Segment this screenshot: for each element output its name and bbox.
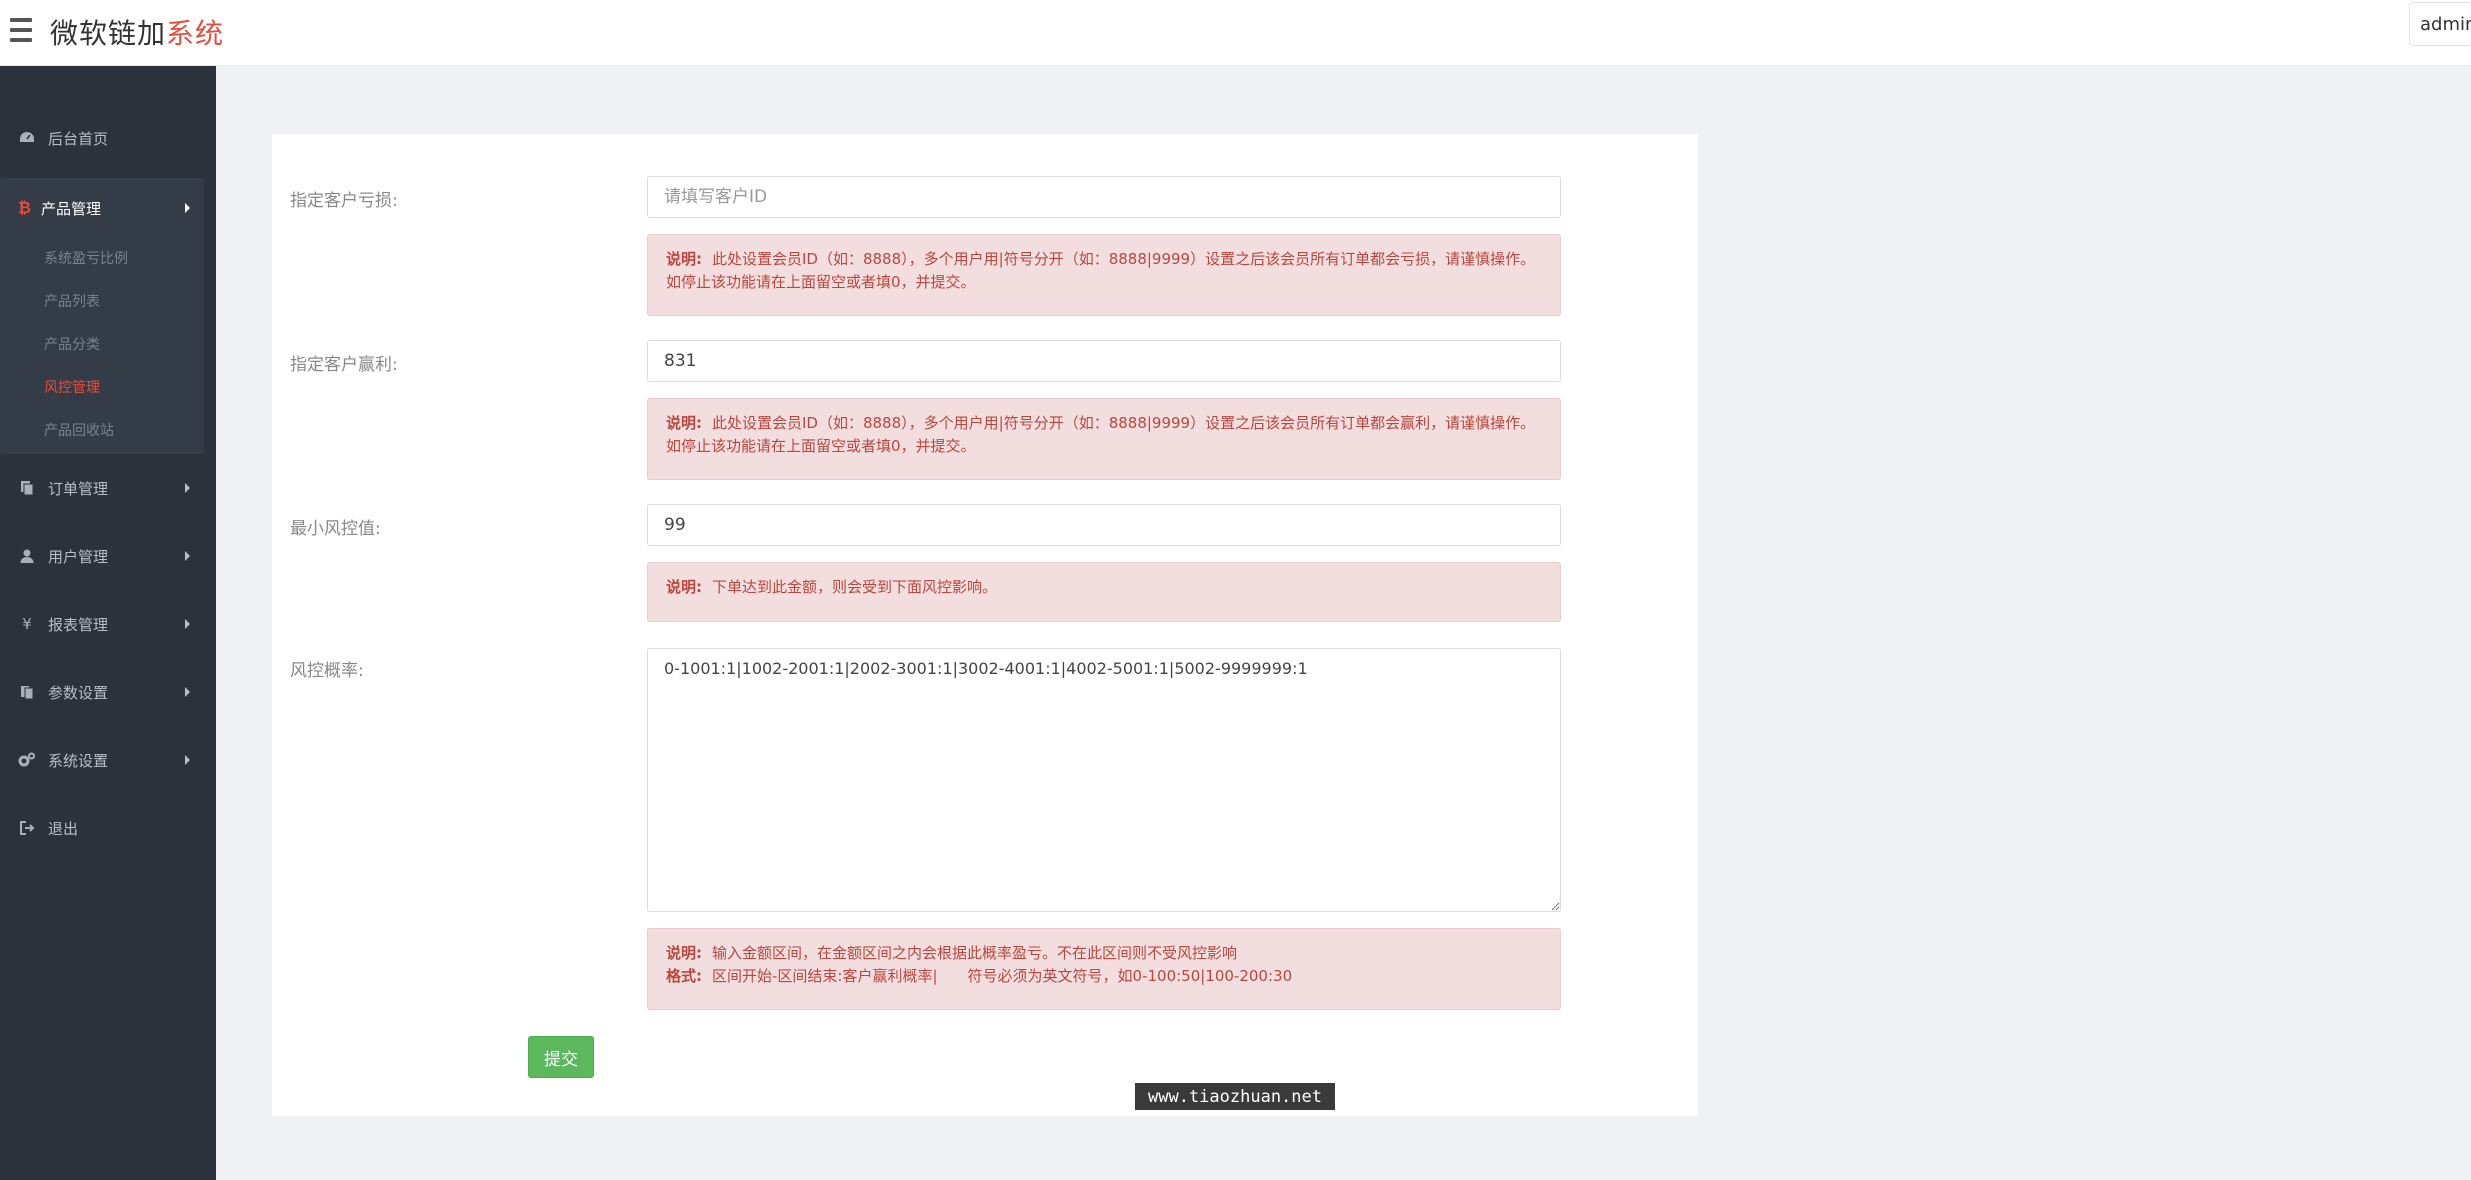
note-title: 说明: [666,414,702,432]
user-dropdown[interactable]: admin ▾ [2409,2,2471,46]
chevron-right-icon [185,203,190,213]
brand-title: 微软链加系统 [50,12,224,52]
note-line-format: 格式: 区间开始-区间结束:客户赢利概率| 符号必须为英文符号，如0-100:50… [666,965,1542,988]
loss-label: 指定客户亏损: [290,191,398,211]
risk-control-form-panel: 指定客户亏损: 说明:此处设置会员ID（如：8888），多个用户用|符号分开（如… [272,134,1698,1116]
brand-accent: 系统 [166,17,225,50]
chevron-right-icon [185,551,190,561]
dashboard-icon [18,129,36,147]
sidebar-item-label: 用户管理 [48,547,109,566]
sign-out-icon [18,819,36,837]
note-text: 此处设置会员ID（如：8888），多个用户用|符号分开（如：8888|9999）… [666,414,1536,455]
sidebar-item-orders[interactable]: 订单管理 [0,466,216,510]
sidebar-item-label: 订单管理 [48,479,109,498]
format-title: 格式: [666,967,702,985]
sidebar-item-logout[interactable]: 退出 [0,806,216,850]
profit-note: 说明: 此处设置会员ID（如：8888），多个用户用|符号分开（如：8888|99… [647,398,1561,480]
profit-customer-input[interactable] [647,340,1561,382]
gears-icon [18,751,36,769]
watermark: www.tiaozhuan.net [1135,1083,1335,1110]
note-line-desc: 说明: 输入金额区间，在金额区间之内会根据此概率盈亏。不在此区间则不受风控影响 [666,942,1542,965]
risk-rate-label: 风控概率: [290,661,364,681]
submit-button[interactable]: 提交 [528,1036,594,1078]
sidebar-group-products: ₿ 产品管理 系统盈亏比例 产品列表 产品分类 风控管理 产品回收站 [0,178,204,454]
sidebar-item-system[interactable]: 系统设置 [0,738,216,782]
user-icon [18,547,36,565]
chevron-right-icon [185,755,190,765]
sidebar-item-label: 退出 [48,819,79,838]
sidebar-item-products[interactable]: ₿ 产品管理 [0,178,204,238]
risk-rate-note: 说明: 输入金额区间，在金额区间之内会根据此概率盈亏。不在此区间则不受风控影响 格… [647,928,1561,1010]
hamburger-menu-icon[interactable] [10,18,32,42]
note-title: 说明: [666,578,702,596]
chevron-right-icon [185,619,190,629]
user-name: admin [2420,13,2471,35]
sidebar-item-label: 后台首页 [48,129,109,148]
brand-main: 微软链加 [50,17,167,50]
sidebar: 后台首页 ₿ 产品管理 系统盈亏比例 产品列表 产品分类 风控管理 产品回收站 … [0,66,216,1180]
sidebar-item-reports[interactable]: ¥ 报表管理 [0,602,216,646]
files-icon [18,683,36,701]
note-text: 输入金额区间，在金额区间之内会根据此概率盈亏。不在此区间则不受风控影响 [712,944,1238,962]
note-title: 说明: [666,944,702,962]
copy-icon [18,479,36,497]
min-risk-label: 最小风控值: [290,519,381,539]
subnav-product-list[interactable]: 产品列表 [44,291,100,311]
min-risk-note: 说明: 下单达到此金额，则会受到下面风控影响。 [647,562,1561,622]
sidebar-item-label: 产品管理 [41,199,102,218]
subnav-product-recycle[interactable]: 产品回收站 [44,420,114,440]
yen-icon: ¥ [22,615,32,633]
chevron-right-icon [185,687,190,697]
subnav-risk-control[interactable]: 风控管理 [44,377,100,397]
loss-customer-input[interactable] [647,176,1561,218]
loss-note: 说明: 此处设置会员ID（如：8888），多个用户用|符号分开（如：8888|99… [647,234,1561,316]
sidebar-item-label: 报表管理 [48,615,109,634]
note-title: 说明: [666,250,702,268]
sidebar-item-label: 系统设置 [48,751,109,770]
profit-label: 指定客户赢利: [290,355,398,375]
bitcoin-icon: ₿ [18,198,32,217]
format-text: 区间开始-区间结束:客户赢利概率| 符号必须为英文符号，如0-100:50|10… [712,967,1293,985]
note-text: 此处设置会员ID（如：8888），多个用户用|符号分开（如：8888|9999）… [666,250,1536,291]
sidebar-item-params[interactable]: 参数设置 [0,670,216,714]
note-text: 下单达到此金额，则会受到下面风控影响。 [712,578,998,596]
sidebar-item-dashboard[interactable]: 后台首页 [0,116,216,160]
min-risk-input[interactable] [647,504,1561,546]
sidebar-item-label: 参数设置 [48,683,109,702]
risk-rate-textarea[interactable]: 0-1001:1|1002-2001:1|2002-3001:1|3002-40… [647,648,1561,912]
sidebar-item-users[interactable]: 用户管理 [0,534,216,578]
top-header: 微软链加系统 admin ▾ [0,0,2471,66]
chevron-right-icon [185,483,190,493]
subnav-product-category[interactable]: 产品分类 [44,334,100,354]
subnav-system-ratio[interactable]: 系统盈亏比例 [44,248,128,268]
